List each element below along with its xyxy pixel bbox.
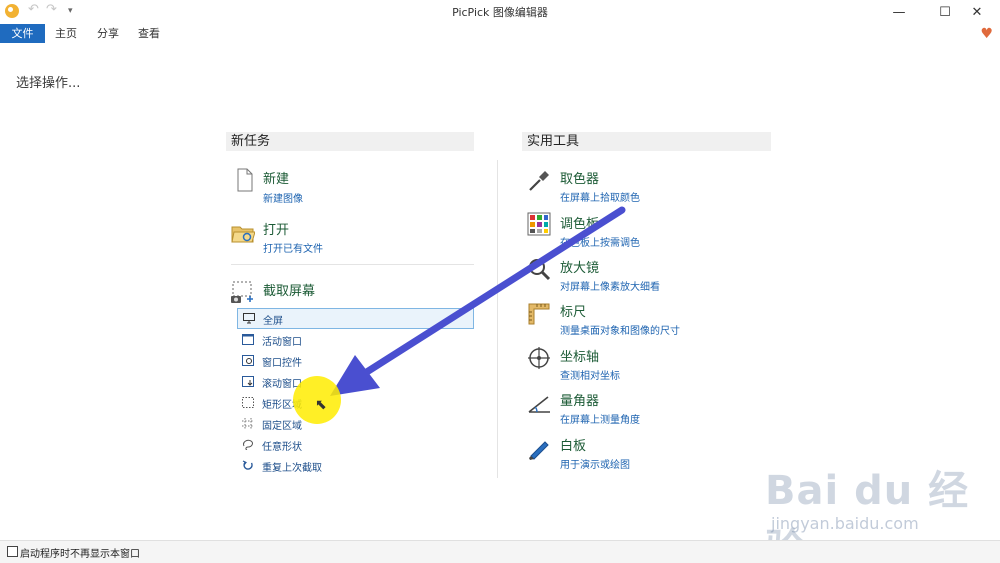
tool-subtitle: 在屏幕上拾取颜色 (560, 193, 640, 204)
capture-fullscreen[interactable]: 全屏 (237, 308, 474, 329)
capture-item-label: 固定区域 (262, 421, 302, 432)
capture-window-control[interactable]: 窗口控件 (237, 351, 474, 372)
protractor-icon (528, 396, 550, 413)
palette-icon (527, 212, 551, 236)
tool-title: 取色器 (560, 172, 600, 187)
tool-subtitle: 查测相对坐标 (560, 371, 620, 382)
screen-capture-icon (231, 281, 253, 303)
watermark: Bai du 经验 jingyan.baidu.com (765, 458, 995, 563)
fixed-region-icon (242, 418, 254, 429)
capture-repeat-last[interactable]: 重复上次截取 (237, 456, 474, 477)
tool-subtitle: 测量桌面对象和图像的尺寸 (560, 326, 680, 337)
capture-rectangle-region[interactable]: 矩形区域 (237, 393, 474, 414)
new-title: 新建 (263, 172, 290, 187)
title-bar: ↶ ↷ ▾ PicPick 图像编辑器 — ☐ ✕ (0, 0, 1000, 24)
capture-item-label: 任意形状 (262, 442, 302, 453)
tab-share[interactable]: 分享 (92, 24, 124, 43)
tools-header: 实用工具 (522, 132, 771, 151)
repeat-icon (242, 460, 253, 470)
tool-title: 调色板 (560, 217, 600, 232)
capture-fixed-region[interactable]: 固定区域 (237, 414, 474, 435)
tab-home[interactable]: 主页 (50, 24, 82, 43)
dont-show-checkbox[interactable] (7, 546, 18, 557)
capture-item-label: 重复上次截取 (262, 463, 322, 474)
new-tasks-header: 新任务 (226, 132, 474, 151)
minimize-button[interactable]: — (876, 0, 922, 24)
footer-bar: 启动程序时不再显示本窗口 (0, 540, 1000, 563)
window-title: PicPick 图像编辑器 (452, 6, 548, 19)
tool-title: 坐标轴 (560, 350, 600, 365)
tab-view[interactable]: 查看 (133, 24, 165, 43)
tool-title: 放大镜 (560, 261, 600, 276)
ribbon-tabs: 文件 主页 分享 查看 ♥ (0, 24, 1000, 43)
tool-title: 量角器 (560, 394, 600, 409)
open-subtitle: 打开已有文件 (263, 244, 323, 255)
column-divider (497, 160, 498, 478)
tool-subtitle: 对屏幕上像素放大细看 (560, 282, 660, 293)
heart-icon[interactable]: ♥ (980, 26, 993, 42)
capture-item-label: 窗口控件 (262, 358, 302, 369)
tool-title: 白板 (560, 439, 587, 454)
capture-active-window[interactable]: 活动窗口 (237, 330, 474, 351)
monitor-icon (243, 313, 255, 324)
select-action-prompt: 选择操作... (16, 76, 81, 91)
mouse-cursor-icon: ⬉ (315, 397, 327, 413)
capture-screen-title: 截取屏幕 (263, 284, 316, 299)
capture-item-label: 全屏 (263, 316, 283, 327)
tool-subtitle: 用于演示或绘图 (560, 460, 630, 471)
section-divider (231, 264, 474, 265)
freehand-icon (243, 439, 253, 450)
window-icon (242, 334, 254, 345)
pen-icon (529, 441, 549, 460)
watermark-url: jingyan.baidu.com (771, 514, 919, 533)
magnifier-icon (529, 259, 551, 281)
capture-scrolling-window[interactable]: 滚动窗口 (237, 372, 474, 393)
tool-title: 标尺 (560, 305, 587, 320)
rectangle-region-icon (242, 397, 254, 408)
scroll-window-icon (242, 376, 254, 387)
dont-show-label[interactable]: 启动程序时不再显示本窗口 (20, 545, 140, 560)
open-folder-icon (231, 226, 255, 243)
tool-subtitle: 在色板上按需调色 (560, 238, 640, 249)
tab-file[interactable]: 文件 (0, 24, 45, 43)
new-subtitle: 新建图像 (263, 194, 303, 205)
crosshair-icon (528, 347, 550, 369)
close-button[interactable]: ✕ (954, 0, 1000, 24)
tool-subtitle: 在屏幕上测量角度 (560, 415, 640, 426)
open-title: 打开 (263, 223, 290, 238)
ruler-icon (528, 303, 550, 325)
window-control-icon (242, 355, 254, 366)
new-file-icon (237, 168, 253, 192)
capture-freehand[interactable]: 任意形状 (237, 435, 474, 456)
eyedropper-icon (529, 171, 549, 191)
capture-item-label: 活动窗口 (262, 337, 302, 348)
